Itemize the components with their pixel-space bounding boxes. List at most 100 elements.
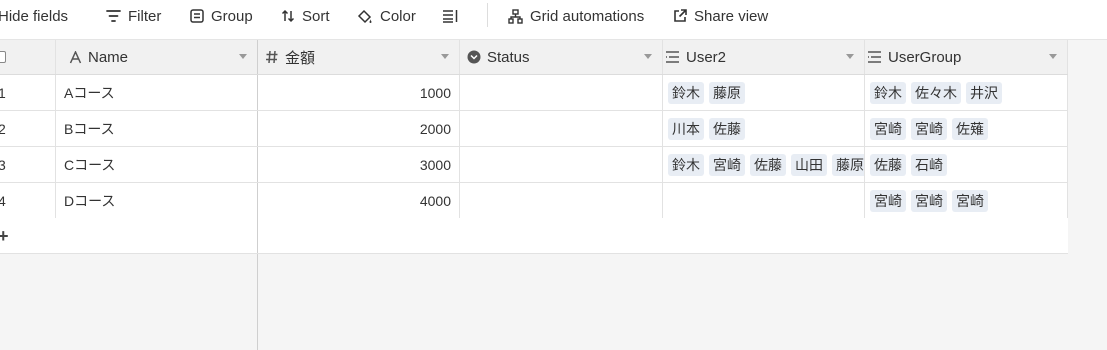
row-index: 3 [0, 147, 56, 182]
name-cell[interactable]: Aコース [56, 75, 258, 110]
user-chip: 藤原 [832, 153, 864, 176]
amount-cell[interactable]: 3000 [258, 147, 460, 182]
chevron-down-icon[interactable] [846, 54, 854, 59]
text-field-icon [69, 50, 82, 64]
grid-automations-button[interactable]: Grid automations [508, 0, 644, 32]
row-index: 1 [0, 75, 56, 110]
group-icon [190, 9, 204, 23]
multi-select-icon [867, 51, 882, 63]
sort-label: Sort [302, 7, 330, 25]
user-chip: 井沢 [966, 81, 1002, 104]
name-value: Aコース [64, 84, 115, 101]
table-row[interactable]: 4 Dコース 4000 宮崎 宮崎 宮崎 [0, 183, 1068, 219]
user-chip: 佐藤 [870, 153, 906, 176]
usergroup-cell[interactable]: 鈴木 佐々木 井沢 [865, 75, 1068, 110]
automation-icon [508, 8, 523, 24]
name-value: Cコース [64, 156, 116, 173]
paint-bucket-icon [357, 9, 372, 23]
row-height-button[interactable] [442, 0, 466, 32]
name-cell[interactable]: Dコース [56, 183, 258, 218]
user-chip: 宮崎 [952, 189, 988, 212]
user-chip: 佐薙 [952, 117, 988, 140]
filter-icon [106, 10, 121, 22]
select-all-header[interactable] [0, 40, 56, 74]
user-chip: 宮崎 [911, 117, 947, 140]
hide-fields-label: Hide fields [0, 7, 69, 25]
column-header-status[interactable]: Status [460, 40, 663, 74]
view-toolbar: Hide fields Filter Group Sort Color Grid… [0, 0, 1107, 40]
column-header-label: 金額 [285, 49, 316, 67]
user2-cell[interactable] [663, 183, 865, 218]
user-chip: 宮崎 [911, 189, 947, 212]
user-chip: 山田 [791, 153, 827, 176]
usergroup-cell[interactable]: 宮崎 宮崎 佐薙 [865, 111, 1068, 146]
number-field-icon [265, 50, 279, 64]
usergroup-cell[interactable]: 宮崎 宮崎 宮崎 [865, 183, 1068, 218]
table-row[interactable]: 1 Aコース 1000 鈴木 藤原 鈴木 佐々木 井沢 [0, 75, 1068, 111]
amount-cell[interactable]: 2000 [258, 111, 460, 146]
amount-cell[interactable]: 4000 [258, 183, 460, 218]
row-index: 2 [0, 111, 56, 146]
column-header-label: User2 [686, 48, 727, 66]
column-header-label: UserGroup [888, 48, 962, 66]
user2-cell[interactable]: 鈴木 宮崎 佐藤 山田 藤原 [663, 147, 865, 182]
user-chip: 佐藤 [709, 117, 745, 140]
chevron-down-icon[interactable] [441, 54, 449, 59]
user-chip: 鈴木 [668, 153, 704, 176]
add-record-button[interactable]: + [0, 226, 9, 247]
share-view-button[interactable]: Share view [673, 0, 768, 32]
table-row[interactable]: 2 Bコース 2000 川本 佐藤 宮崎 宮崎 佐薙 [0, 111, 1068, 147]
usergroup-cell[interactable]: 佐藤 石崎 [865, 147, 1068, 182]
user-chip: 宮崎 [709, 153, 745, 176]
name-value: Bコース [64, 120, 115, 137]
amount-value: 4000 [419, 192, 451, 209]
column-header-label: Name [88, 48, 129, 66]
sort-button[interactable]: Sort [281, 0, 330, 32]
user-chip: 川本 [668, 117, 704, 140]
grid-automations-label: Grid automations [530, 7, 645, 25]
amount-value: 1000 [419, 84, 451, 101]
user-chip: 鈴木 [668, 81, 704, 104]
share-icon [674, 9, 687, 22]
user-chip: 宮崎 [870, 117, 906, 140]
group-label: Group [211, 7, 253, 25]
chevron-down-icon[interactable] [644, 54, 652, 59]
amount-value: 3000 [419, 156, 451, 173]
share-view-label: Share view [694, 7, 769, 25]
color-button[interactable]: Color [357, 0, 416, 32]
column-header-usergroup[interactable]: UserGroup [865, 40, 1068, 74]
status-cell[interactable] [460, 183, 663, 218]
column-header-name[interactable]: Name [56, 40, 258, 74]
user-chip: 石崎 [911, 153, 947, 176]
name-cell[interactable]: Cコース [56, 147, 258, 182]
sort-icon [281, 9, 295, 23]
status-cell[interactable] [460, 75, 663, 110]
grid-header-row: Name 金額 Status User2 UserGroup [0, 40, 1068, 75]
table-row[interactable]: 3 Cコース 3000 鈴木 宮崎 佐藤 山田 藤原 佐藤 石崎 [0, 147, 1068, 183]
add-row[interactable]: + [0, 218, 1068, 254]
user-chip: 佐々木 [911, 81, 961, 104]
status-cell[interactable] [460, 147, 663, 182]
user2-cell[interactable]: 鈴木 藤原 [663, 75, 865, 110]
frozen-pane-divider [257, 254, 258, 350]
status-cell[interactable] [460, 111, 663, 146]
row-height-icon [443, 10, 458, 23]
chevron-down-icon[interactable] [239, 54, 247, 59]
amount-cell[interactable]: 1000 [258, 75, 460, 110]
single-select-icon [467, 50, 481, 64]
user2-cell[interactable]: 川本 佐藤 [663, 111, 865, 146]
select-all-checkbox[interactable] [0, 51, 6, 63]
frozen-column-divider [257, 218, 258, 253]
row-index: 4 [0, 183, 56, 218]
column-header-amount[interactable]: 金額 [258, 40, 460, 74]
toolbar-separator [487, 3, 488, 27]
hide-fields-button[interactable]: Hide fields [0, 0, 68, 32]
chevron-down-icon[interactable] [1049, 54, 1057, 59]
user-chip: 宮崎 [870, 189, 906, 212]
user-chip: 藤原 [709, 81, 745, 104]
amount-value: 2000 [419, 120, 451, 137]
column-header-user2[interactable]: User2 [663, 40, 865, 74]
name-cell[interactable]: Bコース [56, 111, 258, 146]
group-button[interactable]: Group [190, 0, 253, 32]
filter-button[interactable]: Filter [106, 0, 161, 32]
